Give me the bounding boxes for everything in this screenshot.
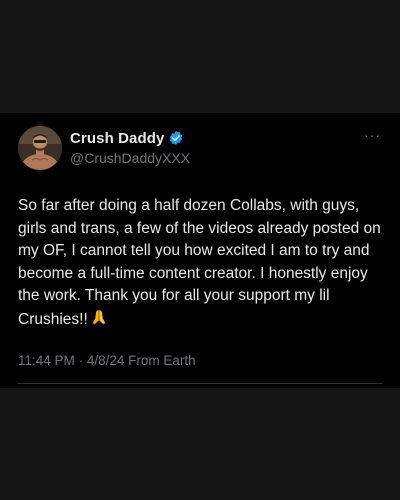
verified-badge-icon	[168, 130, 184, 146]
user-handle[interactable]: @CrushDaddyXXX	[70, 150, 190, 166]
more-options-icon[interactable]: ···	[364, 128, 381, 142]
top-background-band	[0, 0, 400, 113]
meta-separator: ·	[78, 353, 84, 368]
display-name[interactable]: Crush Daddy	[70, 130, 164, 147]
avatar[interactable]	[18, 126, 62, 170]
tweet-source: From Earth	[128, 353, 196, 368]
tweet-text: So far after doing a half dozen Collabs,…	[18, 195, 384, 333]
tweet-date[interactable]: 4/8/24	[87, 353, 125, 368]
tweet-time[interactable]: 11:44 PM	[18, 353, 75, 368]
divider	[18, 383, 382, 384]
tweet-body: So far after doing a half dozen Collabs,…	[18, 197, 381, 328]
display-name-row: Crush Daddy	[70, 128, 184, 148]
folded-hands-emoji-icon	[90, 308, 108, 334]
tweet-meta: 11:44 PM · 4/8/24 From Earth	[18, 353, 196, 368]
bottom-background-band	[0, 388, 400, 500]
